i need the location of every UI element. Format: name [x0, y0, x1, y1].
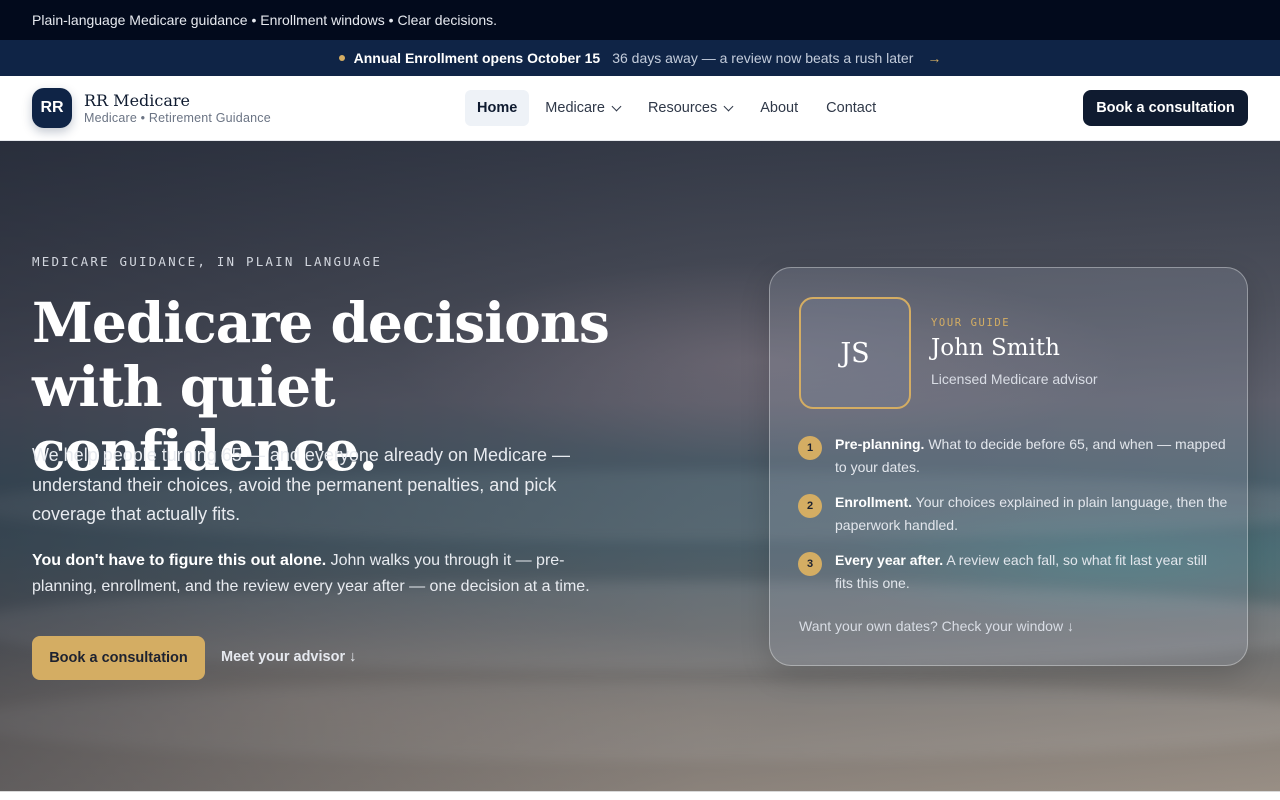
step-title: Enrollment. — [835, 494, 913, 510]
site-header: RR RR Medicare Medicare • Retirement Gui… — [0, 76, 1280, 141]
step-title: Pre-planning. — [835, 436, 925, 452]
advisor-name: John Smith — [931, 335, 1060, 361]
avatar: JS — [799, 297, 911, 409]
hero-eyebrow: MEDICARE GUIDANCE, IN PLAIN LANGUAGE — [32, 254, 383, 269]
advisor-role: Licensed Medicare advisor — [931, 371, 1098, 387]
nav-item-home[interactable]: Home — [465, 90, 530, 126]
main-nav: Home Medicare Resources About Contact — [465, 90, 892, 126]
nav-item-label: Resources — [647, 100, 718, 116]
step-number-badge: 3 — [798, 552, 822, 576]
brand-tagline: Medicare • Retirement Guidance — [84, 111, 271, 125]
check-window-link[interactable]: Want your own dates? Check your window ↓ — [799, 618, 1074, 634]
utility-bar-text: Plain-language Medicare guidance • Enrol… — [32, 12, 498, 28]
step-number-badge: 2 — [798, 494, 822, 518]
hero-book-consultation-button[interactable]: Book a consultation — [32, 636, 205, 680]
hero-lede: We help people turning 65 — and everyone… — [32, 445, 570, 524]
step-title: Every year after. — [835, 552, 944, 568]
arrow-right-icon[interactable]: → — [927, 50, 941, 66]
process-step: 3 Every year after. A review each fall, … — [798, 549, 1228, 595]
hero-support: You don't have to figure this out alone.… — [32, 548, 612, 600]
announcement-headline: Annual Enrollment opens October 15 — [353, 50, 601, 66]
status-dot-icon — [338, 55, 345, 61]
nav-item-label: About — [760, 100, 799, 116]
logo-mark[interactable]: RR — [32, 88, 72, 128]
announcement-detail: 36 days away — a review now beats a rush… — [612, 50, 914, 66]
advisor-card: JS YOUR GUIDE John Smith Licensed Medica… — [769, 267, 1248, 666]
nav-item-medicare[interactable]: Medicare — [533, 90, 632, 126]
nav-item-resources[interactable]: Resources — [636, 90, 744, 126]
book-consultation-button[interactable]: Book a consultation — [1083, 90, 1248, 126]
nav-item-about[interactable]: About — [748, 90, 810, 126]
hero-headline-line: Medicare decisions — [32, 290, 610, 355]
process-step: 1 Pre-planning. What to decide before 65… — [798, 433, 1228, 479]
process-steps: 1 Pre-planning. What to decide before 65… — [798, 433, 1228, 607]
meet-advisor-link[interactable]: Meet your advisor ↓ — [221, 649, 356, 665]
chevron-down-icon — [723, 101, 734, 111]
nav-item-label: Contact — [826, 100, 877, 116]
announcement-bar[interactable]: Annual Enrollment opens October 15 36 da… — [0, 40, 1280, 76]
hero-support-strong: You don't have to figure this out alone. — [32, 552, 327, 569]
brand-name[interactable]: RR Medicare — [84, 91, 190, 110]
nav-item-label: Home — [477, 100, 518, 116]
utility-bar: Plain-language Medicare guidance • Enrol… — [0, 0, 1280, 40]
chevron-down-icon — [611, 101, 622, 111]
divider — [0, 791, 1280, 792]
nav-item-label: Medicare — [545, 100, 605, 116]
process-step: 2 Enrollment. Your choices explained in … — [798, 491, 1228, 537]
guide-label: YOUR GUIDE — [931, 317, 1011, 329]
nav-item-contact[interactable]: Contact — [814, 90, 888, 126]
hero-section: MEDICARE GUIDANCE, IN PLAIN LANGUAGE Med… — [0, 141, 1280, 792]
step-number-badge: 1 — [798, 436, 822, 460]
